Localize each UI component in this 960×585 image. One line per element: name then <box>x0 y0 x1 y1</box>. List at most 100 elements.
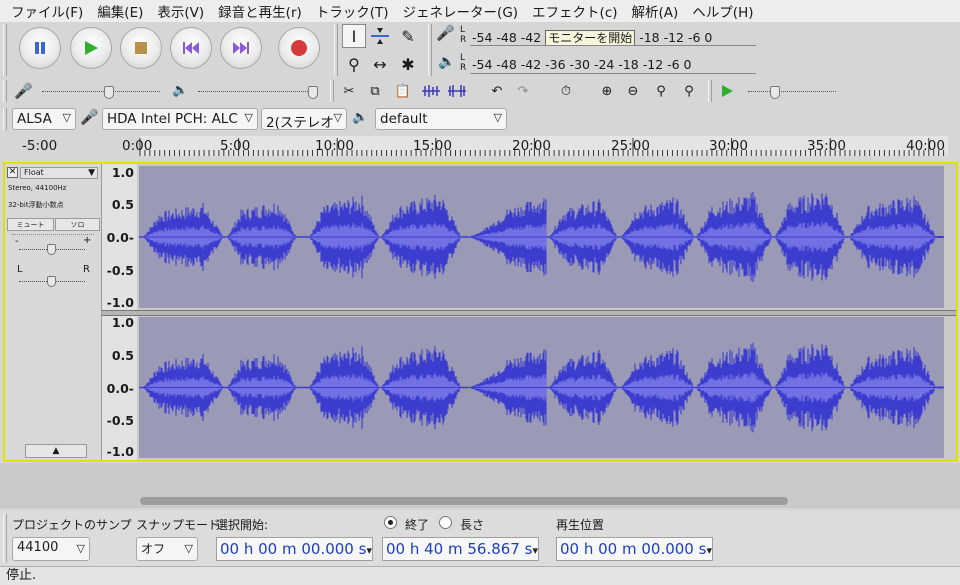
pause-button[interactable] <box>19 27 61 69</box>
toolbar-grip[interactable] <box>334 24 338 76</box>
record-meter[interactable]: 🎤 LR -54 -48 -42 モニターを開始 -18 -12 -6 0 <box>436 24 756 47</box>
record-button[interactable] <box>278 27 320 69</box>
silence-button[interactable] <box>446 80 468 102</box>
stop-button[interactable] <box>120 27 162 69</box>
selection-tool-button[interactable]: I <box>342 24 366 48</box>
recording-device-select[interactable]: HDA Intel PCH: ALC ▽ <box>102 108 258 130</box>
slider-thumb[interactable] <box>308 86 318 99</box>
toolbar-grip[interactable] <box>3 80 7 102</box>
copy-button[interactable]: ⧉ <box>364 80 386 102</box>
fit-project-button[interactable]: ⚲ <box>678 80 700 102</box>
vruler-label: -0.5 <box>106 413 134 428</box>
vruler-label: 0.5 <box>111 348 134 363</box>
draw-tool-button[interactable]: ✎ <box>396 24 420 48</box>
audio-host-select[interactable]: ALSA ▽ <box>12 108 76 130</box>
menu-item[interactable]: 表示(V) <box>150 1 211 21</box>
playback-volume-slider[interactable] <box>198 86 318 100</box>
menu-item[interactable]: ヘルプ(H) <box>685 1 760 21</box>
selection-start-time[interactable]: 00 h 00 m 00.000 s▾ <box>216 537 373 561</box>
recording-volume-slider[interactable] <box>42 86 160 100</box>
fit-selection-button[interactable]: ⚲ <box>650 80 672 102</box>
ruler-label: 10:00 <box>315 138 354 154</box>
audio-track[interactable]: ✕ Float ▼ Stereo, 44100Hz 32-bit浮動小数点 ミュ… <box>3 162 958 462</box>
cut-button[interactable]: ✂ <box>338 80 360 102</box>
timer-icon: ⏱ <box>560 83 572 99</box>
play-speed-slider[interactable] <box>748 86 836 100</box>
mute-button[interactable]: ミュート <box>7 218 54 231</box>
length-radio[interactable] <box>439 516 452 529</box>
skip-to-end-button[interactable] <box>220 27 262 69</box>
zoom-out-button[interactable]: ⊖ <box>622 80 644 102</box>
scissors-icon: ✂ <box>343 83 355 99</box>
skip-to-start-button[interactable] <box>170 27 212 69</box>
channel-separator <box>102 310 956 316</box>
track-menu-button[interactable]: Float ▼ <box>20 167 98 179</box>
fit-project-icon: ⚲ <box>684 83 694 99</box>
menu-item[interactable]: 編集(E) <box>90 1 150 21</box>
close-icon: ✕ <box>8 167 17 177</box>
double-arrow-icon: ↔ <box>373 54 387 74</box>
menu-item[interactable]: ファイル(F) <box>4 1 90 21</box>
chevron-down-icon: ▽ <box>333 111 342 124</box>
menu-item[interactable]: エフェクト(c) <box>525 1 624 21</box>
snap-mode-select[interactable]: オフ ▽ <box>136 537 198 561</box>
slider-thumb[interactable] <box>47 244 56 255</box>
slider-thumb[interactable] <box>104 86 114 99</box>
toolbar-grip[interactable] <box>3 24 7 76</box>
toolbar-grip[interactable] <box>3 514 7 562</box>
collapse-track-button[interactable]: ▲ <box>25 444 87 458</box>
audio-position-time[interactable]: 00 h 00 m 00.000 s▾ <box>556 537 713 561</box>
toolbar-grip[interactable] <box>428 24 432 76</box>
redo-button[interactable]: ↷ <box>512 80 534 102</box>
end-radio[interactable] <box>384 516 397 529</box>
menu-item[interactable]: トラック(T) <box>309 1 396 21</box>
paste-button[interactable]: 📋 <box>392 80 414 102</box>
toolbar-grip[interactable] <box>708 80 712 102</box>
i-beam-icon: I <box>351 26 357 46</box>
zoom-tool-button[interactable]: ⚲ <box>342 52 366 76</box>
track-format: Stereo, 44100Hz <box>8 184 67 192</box>
sync-lock-button[interactable]: ⏱ <box>555 80 577 102</box>
slider-thumb[interactable] <box>47 276 56 287</box>
monitor-tooltip[interactable]: モニターを開始 <box>545 30 636 46</box>
multi-tool-button[interactable]: ✱ <box>396 52 420 76</box>
ruler-label: 40:00 <box>906 138 945 154</box>
vruler-label: -0.5 <box>106 263 134 278</box>
project-rate-select[interactable]: 44100 ▽ <box>12 537 90 561</box>
meter-lr-label: LR <box>460 25 467 45</box>
speaker-icon: 🔈 <box>352 110 369 125</box>
toolbar-grip[interactable] <box>3 108 7 130</box>
playback-device-select[interactable]: default ▽ <box>375 108 507 130</box>
slider-thumb[interactable] <box>770 86 780 99</box>
zoom-in-button[interactable]: ⊕ <box>596 80 618 102</box>
selection-end-time[interactable]: 00 h 40 m 56.867 s▾ <box>382 537 539 561</box>
record-icon <box>291 40 307 56</box>
horizontal-scrollbar[interactable] <box>140 497 788 505</box>
solo-button[interactable]: ソロ <box>55 218 100 231</box>
waveform-left-channel[interactable] <box>139 166 944 308</box>
record-meter-scale-tail: -18 -12 -6 0 <box>639 30 713 45</box>
playback-meter[interactable]: 🔈 LR -54 -48 -42 -36 -30 -24 -18 -12 -6 … <box>436 53 756 75</box>
skip-start-icon <box>183 42 199 54</box>
play-icon <box>85 41 98 55</box>
silence-icon <box>448 85 466 97</box>
pan-right-label: R <box>83 264 90 275</box>
pause-icon <box>35 42 45 54</box>
play-at-speed-button[interactable] <box>716 80 738 102</box>
pan-slider[interactable] <box>19 276 85 290</box>
toolbar-grip[interactable] <box>330 80 334 102</box>
gain-slider[interactable] <box>19 244 85 258</box>
play-button[interactable] <box>70 27 112 69</box>
asterisk-icon: ✱ <box>401 54 415 74</box>
menu-item[interactable]: 解析(A) <box>625 1 686 21</box>
waveform-right-channel[interactable] <box>139 317 944 458</box>
undo-button[interactable]: ↶ <box>486 80 508 102</box>
menu-item[interactable]: 録音と再生(r) <box>211 1 309 21</box>
trim-button[interactable] <box>420 80 442 102</box>
menu-item[interactable]: ジェネレーター(G) <box>396 1 526 21</box>
recording-channels-select[interactable]: 2(ステレオ ▽ <box>261 108 347 130</box>
timeline-ruler[interactable]: -5:00 0:00 5:00 10:00 15:00 20:00 25:00 … <box>0 136 960 160</box>
close-track-button[interactable]: ✕ <box>7 167 18 178</box>
envelope-tool-button[interactable] <box>368 24 392 48</box>
time-shift-tool-button[interactable]: ↔ <box>368 52 392 76</box>
